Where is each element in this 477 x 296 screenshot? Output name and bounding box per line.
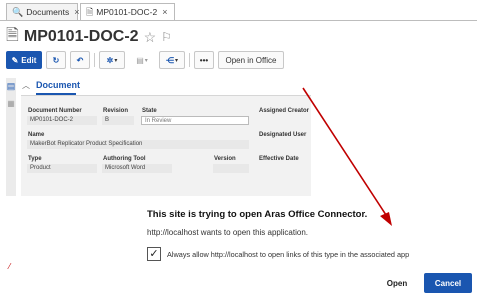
tab-item-label: MP0101-DOC-2 <box>96 6 158 17</box>
clipboard-icon: ▤ <box>136 55 144 65</box>
chevron-down-icon: ▾ <box>174 57 178 64</box>
share-icon: ⋲ <box>165 55 174 65</box>
item-header: 🗎 MP0101-DOC-2 ☆ ⚐ <box>6 25 172 49</box>
share-dropdown-button[interactable]: ⋲ ▾ <box>159 51 185 69</box>
tab-documents-label: Documents <box>26 6 70 17</box>
flag-icon[interactable]: ⚐ <box>161 30 172 44</box>
chevron-up-icon[interactable]: ︿ <box>22 80 30 91</box>
type-label: Type <box>28 156 42 162</box>
lifecycle-dropdown-button[interactable]: ✲ ▾ <box>99 51 125 69</box>
authoring-tool-field[interactable]: Microsoft Word <box>102 164 172 173</box>
state-field[interactable]: In Review <box>141 116 249 125</box>
name-field[interactable]: MakerBot Replicator Product Specificatio… <box>27 140 249 149</box>
search-icon: 🔍 <box>12 6 24 17</box>
document-icon: 🗎 <box>86 6 94 17</box>
toolbar-separator <box>94 53 95 67</box>
pencil-icon: ✎ <box>11 55 19 65</box>
dialog-title: This site is trying to open Aras Office … <box>147 209 368 220</box>
relationships-icon[interactable]: ▦ <box>6 99 16 109</box>
dialog-message: http://localhost wants to open this appl… <box>147 228 308 237</box>
revision-label: Revision <box>103 108 129 114</box>
close-icon[interactable]: × <box>162 4 167 21</box>
state-label: State <box>142 108 157 114</box>
tab-divider <box>0 20 477 21</box>
side-panel <box>6 78 16 196</box>
clipboard-dropdown-button[interactable]: ▤ ▾ <box>129 51 155 69</box>
more-button[interactable]: ••• <box>194 51 214 69</box>
open-in-office-label: Open in Office <box>225 55 277 65</box>
star-icon[interactable]: ☆ <box>144 29 157 46</box>
edit-button-label: Edit <box>21 55 37 65</box>
page-title: MP0101-DOC-2 <box>23 28 139 45</box>
chevron-down-icon: ▾ <box>144 57 148 64</box>
refresh-button[interactable]: ↻ <box>46 51 66 69</box>
version-label: Version <box>214 156 236 162</box>
chevron-down-icon: ▾ <box>114 57 118 64</box>
dialog-open-button[interactable]: Open <box>375 274 419 292</box>
lifecycle-icon: ✲ <box>106 55 114 65</box>
form-view-icon[interactable]: ▤ <box>6 81 16 91</box>
assigned-creator-label: Assigned Creator <box>259 108 310 114</box>
toolbar: ✎ Edit ↻ ↶ ✲ ▾ ▤ ▾ ⋲ ▾ ••• Open in Offic… <box>6 50 284 70</box>
edit-button[interactable]: ✎ Edit <box>6 51 42 69</box>
document-number-field[interactable]: MP0101-DOC-2 <box>27 116 97 125</box>
tab-documents[interactable]: 🔍 Documents × <box>6 3 79 21</box>
version-field[interactable] <box>213 164 249 173</box>
document-number-label: Document Number <box>28 108 82 114</box>
designated-user-label: Designated User <box>259 132 307 138</box>
tab-mp0101-doc-2[interactable]: 🗎 MP0101-DOC-2 × <box>80 3 175 20</box>
type-field[interactable]: Product <box>27 164 97 173</box>
more-icon: ••• <box>199 55 209 65</box>
undo-icon: ↶ <box>76 55 84 65</box>
always-allow-label: Always allow http://localhost to open li… <box>167 250 410 259</box>
undo-button[interactable]: ↶ <box>70 51 90 69</box>
open-in-office-button[interactable]: Open in Office <box>218 51 284 69</box>
always-allow-checkbox[interactable]: ✓ <box>147 247 161 261</box>
document-icon: 🗎 <box>6 26 19 44</box>
dialog-cancel-button[interactable]: Cancel <box>424 273 472 293</box>
name-label: Name <box>28 132 45 138</box>
authoring-tool-label: Authoring Tool <box>103 156 146 162</box>
revision-field[interactable]: B <box>102 116 134 125</box>
effective-date-label: Effective Date <box>259 156 299 162</box>
refresh-icon: ↻ <box>52 55 60 65</box>
section-document-label[interactable]: Document <box>36 78 80 92</box>
toolbar-separator <box>189 53 190 67</box>
close-icon[interactable]: × <box>74 4 79 21</box>
annotation-mark: ⁄ <box>9 262 11 271</box>
